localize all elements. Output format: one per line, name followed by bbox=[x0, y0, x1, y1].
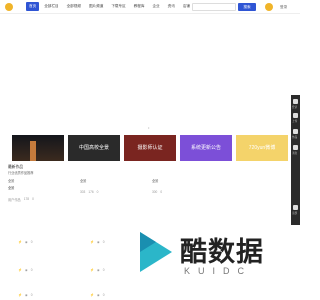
banner-label: 720yun微博 bbox=[248, 145, 276, 151]
banner-label: 摄影师认证 bbox=[137, 145, 163, 151]
like-count: 0 bbox=[30, 268, 33, 272]
card-stats-row: ⚡ ◉ 0 bbox=[18, 240, 33, 244]
nav-item-tutorials[interactable]: 教程库 bbox=[131, 2, 148, 11]
card-meta: 300 0 bbox=[152, 190, 212, 194]
like-count: 0 bbox=[102, 293, 105, 297]
tower-illustration bbox=[30, 141, 36, 161]
eye-icon: ◉ bbox=[96, 240, 100, 244]
search-button[interactable]: 搜索 bbox=[238, 3, 256, 11]
right-sidebar-rail: 登录 上传 作品 消息 顶部 bbox=[291, 95, 300, 225]
comment-count: 0 bbox=[96, 190, 99, 194]
main-nav: 首页 全部栏目 全部视频 图片频道 下载专区 教程库 企业 资讯 店铺 bbox=[26, 2, 193, 11]
like-count: 0 bbox=[32, 197, 34, 201]
nav-item-enterprise[interactable]: 企业 bbox=[149, 2, 162, 11]
card-title[interactable]: 全景 bbox=[8, 185, 68, 190]
bolt-icon: ⚡ bbox=[18, 240, 22, 244]
rail-label-login[interactable]: 登录 bbox=[292, 105, 297, 109]
view-count: 300 bbox=[152, 190, 158, 194]
bolt-icon: ⚡ bbox=[18, 293, 22, 297]
rail-label-message[interactable]: 消息 bbox=[292, 151, 297, 155]
nav-item-all-sections[interactable]: 全部栏目 bbox=[41, 2, 61, 11]
play-logo-icon bbox=[140, 232, 172, 272]
banner-label: 中国高校全景 bbox=[78, 145, 109, 151]
card-meta: 303 176 0 bbox=[80, 190, 140, 194]
eye-icon: ◉ bbox=[96, 293, 100, 297]
card-stats-row: ⚡ ◉ 0 bbox=[18, 293, 33, 297]
nav-item-home[interactable]: 首页 bbox=[26, 2, 40, 11]
rail-label-upload[interactable]: 上传 bbox=[292, 119, 297, 123]
user-icon[interactable] bbox=[293, 99, 298, 104]
rail-label-top[interactable]: 顶部 bbox=[292, 211, 297, 215]
view-count: 303 bbox=[80, 190, 86, 194]
like-count: 0 bbox=[102, 240, 105, 244]
carousel-indicator[interactable]: • bbox=[148, 125, 149, 130]
view-count: 178 bbox=[23, 197, 30, 201]
login-link[interactable]: 登录 bbox=[280, 5, 287, 10]
back-to-top-icon[interactable] bbox=[293, 205, 298, 210]
top-navbar: 首页 全部栏目 全部视频 图片频道 下载专区 教程库 企业 资讯 店铺 搜索 登… bbox=[0, 0, 300, 14]
user-avatar-icon[interactable] bbox=[265, 3, 273, 11]
banner-photographer[interactable]: 摄影师认证 bbox=[124, 135, 176, 161]
nav-item-downloads[interactable]: 下载专区 bbox=[108, 2, 128, 11]
banner-system-update[interactable]: 系统更新公告 bbox=[180, 135, 232, 161]
like-count: 0 bbox=[30, 293, 33, 297]
eye-icon: ◉ bbox=[24, 268, 28, 272]
banner-city-night[interactable] bbox=[12, 135, 64, 161]
eye-icon: ◉ bbox=[24, 240, 28, 244]
nav-item-images[interactable]: 图片频道 bbox=[86, 2, 106, 11]
card-stats-row: ⚡ ◉ 0 bbox=[90, 268, 105, 272]
message-icon[interactable] bbox=[293, 145, 298, 150]
card-meta: 用户作品 178 0 bbox=[8, 197, 68, 202]
nav-item-videos[interactable]: 全部视频 bbox=[64, 2, 84, 11]
section-subtitle: 行业优质作品推荐 bbox=[8, 171, 34, 175]
card-stats-row: ⚡ ◉ 0 bbox=[18, 268, 33, 272]
eye-icon: ◉ bbox=[96, 268, 100, 272]
works-icon[interactable] bbox=[293, 129, 298, 134]
banner-row: 中国高校全景 摄影师认证 系统更新公告 720yun微博 bbox=[12, 135, 288, 161]
work-card[interactable]: 全景 全景 用户作品 178 0 bbox=[8, 178, 68, 206]
card-author: 用户作品 bbox=[8, 198, 21, 202]
bolt-icon: ⚡ bbox=[90, 293, 94, 297]
card-stats-row: ⚡ ◉ 0 bbox=[90, 293, 105, 297]
site-logo[interactable] bbox=[5, 3, 13, 11]
watermark-logo: 酷数据 KUIDC bbox=[134, 228, 274, 288]
work-card[interactable]: 全景 303 176 0 bbox=[80, 178, 140, 206]
like-count: 0 bbox=[30, 240, 33, 244]
eye-icon: ◉ bbox=[24, 293, 28, 297]
card-image-placeholder: 全景 bbox=[152, 179, 159, 183]
card-image-placeholder: 全景 bbox=[8, 179, 15, 183]
banner-weibo[interactable]: 720yun微博 bbox=[236, 135, 288, 161]
bolt-icon: ⚡ bbox=[90, 268, 94, 272]
like-count: 0 bbox=[102, 268, 105, 272]
banner-university[interactable]: 中国高校全景 bbox=[68, 135, 120, 161]
like-count: 0 bbox=[160, 190, 163, 194]
upload-icon[interactable] bbox=[293, 113, 298, 118]
nav-item-news[interactable]: 资讯 bbox=[165, 2, 178, 11]
work-card[interactable]: 全景 300 0 bbox=[152, 178, 212, 206]
watermark-text: 酷数据 bbox=[180, 237, 264, 268]
search-input[interactable] bbox=[192, 3, 236, 11]
like-count: 176 bbox=[88, 190, 94, 194]
card-image-placeholder: 全景 bbox=[80, 179, 87, 183]
rail-label-works[interactable]: 作品 bbox=[292, 135, 297, 139]
bolt-icon: ⚡ bbox=[18, 268, 22, 272]
banner-label: 系统更新公告 bbox=[190, 145, 221, 151]
watermark-subtext: KUIDC bbox=[184, 266, 253, 276]
card-stats-row: ⚡ ◉ 0 bbox=[90, 240, 105, 244]
bolt-icon: ⚡ bbox=[90, 240, 94, 244]
